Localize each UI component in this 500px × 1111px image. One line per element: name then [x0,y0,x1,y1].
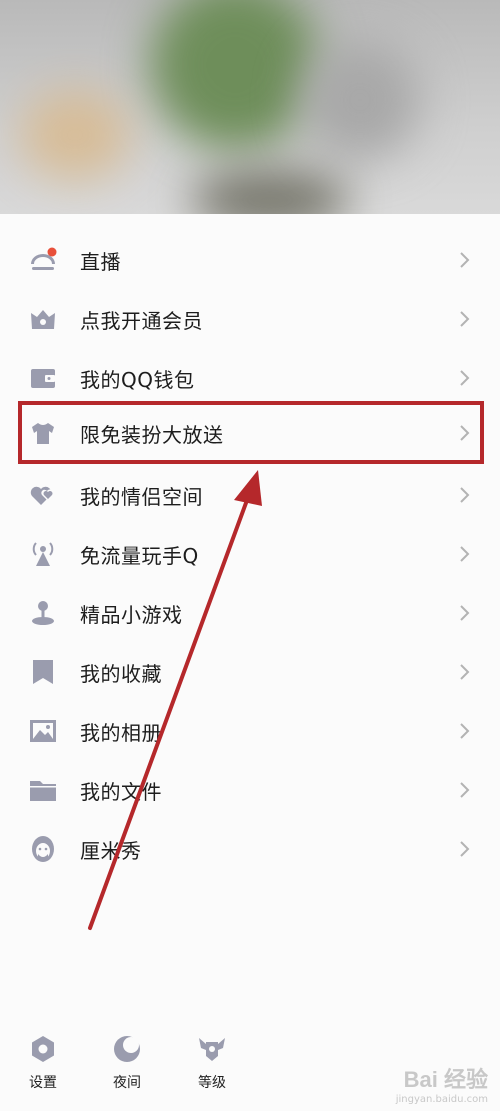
chevron-right-icon [458,485,472,505]
chevron-right-icon [458,250,472,270]
bookmark-icon [28,657,58,687]
photo-icon [28,716,58,746]
level-label: 等级 [198,1075,226,1091]
chevron-right-icon [458,544,472,564]
menu-item-album[interactable]: 我的相册 [0,702,500,760]
live-icon [28,245,58,275]
chevron-right-icon [458,368,472,388]
menu-label: 我的收藏 [80,661,162,686]
settings-button[interactable]: 设置 [13,1030,73,1100]
signal-tower-icon [28,539,58,569]
menu-item-cmshow[interactable]: 厘米秀 [0,820,500,878]
folder-icon [28,775,58,805]
menu-label: 我的QQ钱包 [80,367,195,392]
menu-item-mini-games[interactable]: 精品小游戏 [0,584,500,642]
menu-item-live[interactable]: 直播 [0,231,500,289]
blurred-profile-background [0,0,500,214]
chevron-right-icon [458,721,472,741]
chevron-right-icon [458,839,472,859]
night-mode-label: 夜间 [113,1075,141,1091]
badge-icon [199,1038,225,1061]
hearts-icon [28,480,58,510]
night-mode-button[interactable]: 夜间 [97,1030,157,1100]
level-button[interactable]: 等级 [182,1030,242,1100]
menu-label: 精品小游戏 [80,602,183,627]
menu-item-files[interactable]: 我的文件 [0,761,500,819]
chevron-right-icon [458,309,472,329]
menu-label: 厘米秀 [80,838,142,863]
menu-item-vip[interactable]: 点我开通会员 [0,290,500,348]
moon-icon [114,1036,140,1062]
baidu-jingyan-watermark: Bai 经验 jingyan.baidu.com [396,1062,488,1105]
menu-label: 我的文件 [80,779,162,804]
menu-label: 免流量玩手Q [80,543,199,568]
crown-icon [28,304,58,334]
settings-label: 设置 [29,1075,57,1091]
chevron-right-icon [458,603,472,623]
gear-icon [32,1036,54,1062]
menu-item-free-data[interactable]: 免流量玩手Q [0,525,500,583]
menu-label: 直播 [80,249,121,274]
wallet-icon [28,363,58,393]
avatar-face-icon [28,834,58,864]
joystick-icon [28,598,58,628]
watermark-url: jingyan.baidu.com [395,1094,488,1105]
menu-item-couple-space[interactable]: 我的情侣空间 [0,466,500,524]
watermark-brand: Bai 经验 [403,1067,488,1092]
highlight-annotation-box [18,401,484,464]
menu-item-favorites[interactable]: 我的收藏 [0,643,500,701]
menu-item-wallet[interactable]: 我的QQ钱包 [0,349,500,407]
menu-label: 我的情侣空间 [80,484,203,509]
chevron-right-icon [458,662,472,682]
menu-label: 点我开通会员 [80,308,203,333]
menu-label: 我的相册 [80,720,162,745]
chevron-right-icon [458,780,472,800]
